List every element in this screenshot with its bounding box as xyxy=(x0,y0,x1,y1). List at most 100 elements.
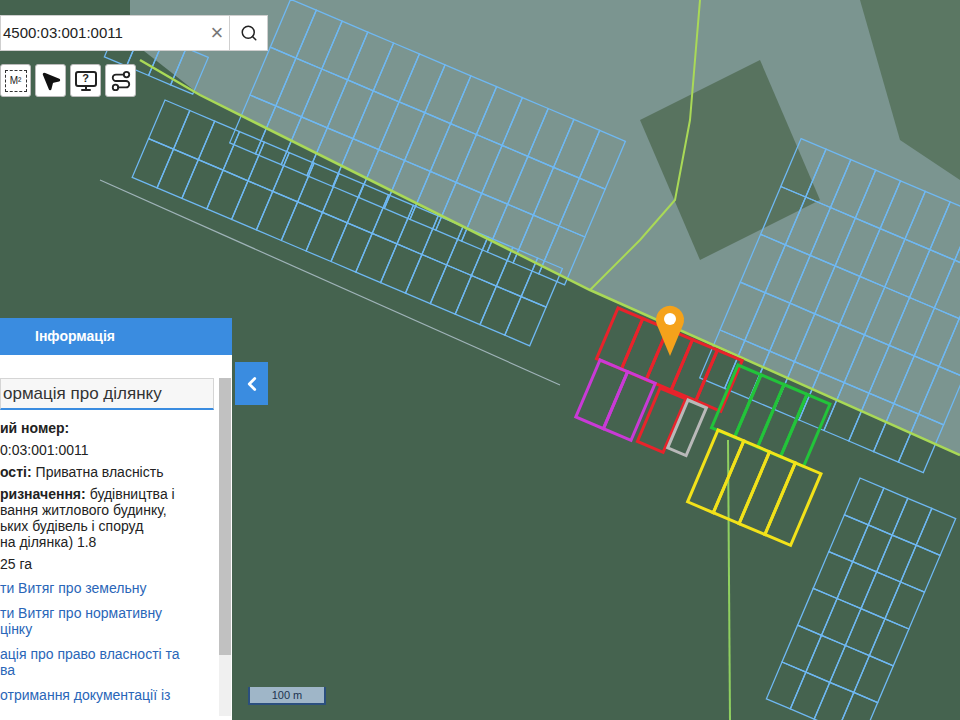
parcel[interactable] xyxy=(835,218,880,276)
parcel[interactable] xyxy=(855,170,900,228)
highlighted-parcel[interactable] xyxy=(758,385,808,457)
parcel[interactable] xyxy=(270,0,316,58)
collapse-panel-button[interactable] xyxy=(235,362,268,405)
parcel[interactable] xyxy=(379,102,425,161)
toolbar-button[interactable]: ? xyxy=(70,64,101,97)
info-link[interactable]: ти Витяг про земельну xyxy=(0,580,214,596)
parcel[interactable] xyxy=(410,171,456,230)
toolbar-button[interactable] xyxy=(105,64,136,97)
parcel[interactable] xyxy=(505,297,546,346)
scrollbar[interactable] xyxy=(219,378,231,716)
parcel[interactable] xyxy=(765,245,810,303)
parcel[interactable] xyxy=(814,682,854,720)
highlighted-parcel[interactable] xyxy=(603,372,655,441)
parcel[interactable] xyxy=(838,692,878,720)
parcel[interactable] xyxy=(348,32,394,91)
parcel[interactable] xyxy=(740,234,785,292)
location-pin-icon[interactable] xyxy=(656,306,684,356)
parcel[interactable] xyxy=(579,130,625,189)
highlighted-parcel[interactable] xyxy=(712,365,762,437)
highlighted-parcel[interactable] xyxy=(576,360,628,429)
parcel[interactable] xyxy=(815,266,860,324)
parcel[interactable] xyxy=(307,128,353,187)
parcel[interactable] xyxy=(554,119,600,178)
parcel[interactable] xyxy=(939,319,960,377)
parcel[interactable] xyxy=(865,287,910,345)
highlighted-parcel[interactable] xyxy=(765,463,821,546)
toolbar-button[interactable]: M² xyxy=(0,64,31,97)
highlighted-parcel[interactable] xyxy=(735,375,785,447)
parcel[interactable] xyxy=(487,204,533,263)
parcel[interactable] xyxy=(806,149,851,207)
parcel[interactable] xyxy=(919,366,960,424)
parcel[interactable] xyxy=(502,98,548,157)
parcel[interactable] xyxy=(761,187,806,245)
parcel[interactable] xyxy=(934,260,960,318)
toolbar-button[interactable] xyxy=(35,64,66,97)
parcel[interactable] xyxy=(533,167,579,226)
search-button[interactable] xyxy=(229,16,267,50)
parcel[interactable] xyxy=(910,250,955,308)
parcel[interactable] xyxy=(456,135,502,194)
highlighted-parcel[interactable] xyxy=(668,400,707,456)
parcel[interactable] xyxy=(905,191,950,249)
parcel[interactable] xyxy=(399,54,445,113)
highlighted-parcel[interactable] xyxy=(781,394,831,466)
parcel[interactable] xyxy=(720,282,765,340)
parcel[interactable] xyxy=(781,139,826,197)
highlighted-parcel[interactable] xyxy=(688,430,744,513)
highlighted-parcel[interactable] xyxy=(696,350,742,411)
parcel[interactable] xyxy=(770,303,815,361)
parcel[interactable] xyxy=(462,193,508,252)
parcel[interactable] xyxy=(508,156,554,215)
parcel[interactable] xyxy=(559,178,605,237)
parcel[interactable] xyxy=(955,212,960,270)
parcel[interactable] xyxy=(889,298,934,356)
parcel[interactable] xyxy=(795,314,840,372)
highlighted-parcel[interactable] xyxy=(713,441,769,524)
parcel[interactable] xyxy=(930,202,960,260)
parcel[interactable] xyxy=(276,58,322,117)
parcel[interactable] xyxy=(885,239,930,297)
parcel[interactable] xyxy=(430,124,476,183)
parcel[interactable] xyxy=(745,293,790,351)
parcel[interactable] xyxy=(476,87,522,146)
highlighted-parcel[interactable] xyxy=(739,452,795,535)
parcel[interactable] xyxy=(250,47,296,106)
parcel[interactable] xyxy=(171,48,209,94)
parcel[interactable] xyxy=(880,181,925,239)
scrollbar-thumb[interactable] xyxy=(219,378,231,655)
parcel[interactable] xyxy=(513,215,559,274)
parcel[interactable] xyxy=(894,356,939,414)
parcel[interactable] xyxy=(353,91,399,150)
parcel[interactable] xyxy=(302,69,348,128)
parcel[interactable] xyxy=(373,43,419,102)
parcel[interactable] xyxy=(322,21,368,80)
parcel[interactable] xyxy=(840,276,885,334)
parcel[interactable] xyxy=(528,109,574,168)
parcel[interactable] xyxy=(785,197,830,255)
parcel[interactable] xyxy=(333,139,379,198)
parcel[interactable] xyxy=(405,113,451,172)
parcel[interactable] xyxy=(296,10,342,69)
parcel[interactable] xyxy=(844,335,889,393)
info-link[interactable]: ація про право власності тава xyxy=(0,646,214,678)
parcel[interactable] xyxy=(914,308,959,366)
pointer-icon xyxy=(40,70,62,92)
parcel[interactable] xyxy=(425,65,471,124)
parcel[interactable] xyxy=(810,208,855,266)
info-link[interactable]: ти Витяг про нормативнуцінку xyxy=(0,605,214,637)
parcel[interactable] xyxy=(831,160,876,218)
parcel[interactable] xyxy=(327,80,373,139)
info-link[interactable]: отримання документації із xyxy=(0,687,214,703)
clear-button[interactable]: × xyxy=(205,16,229,50)
parcel[interactable] xyxy=(482,145,528,204)
parcel[interactable] xyxy=(869,345,914,403)
search-input[interactable]: 4500:03:001:0011 xyxy=(1,16,205,50)
parcel[interactable] xyxy=(230,95,276,154)
parcel[interactable] xyxy=(451,76,497,135)
parcel[interactable] xyxy=(959,271,960,329)
parcel[interactable] xyxy=(790,255,835,313)
parcel[interactable] xyxy=(860,229,905,287)
parcel[interactable] xyxy=(819,324,864,382)
